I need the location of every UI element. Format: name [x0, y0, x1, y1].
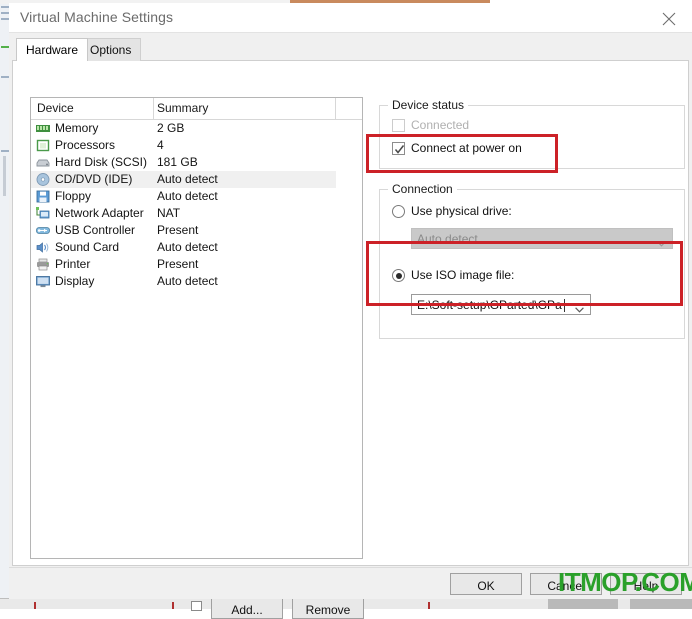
tab-hardware[interactable]: Hardware	[16, 38, 89, 61]
add-button[interactable]: Add...	[211, 597, 283, 619]
tab-strip: Hardware Options	[12, 38, 689, 61]
table-row[interactable]: CD/DVD (IDE) Auto detect	[31, 171, 336, 188]
chevron-down-icon	[575, 302, 584, 313]
physical-drive-value: Auto detect	[417, 232, 478, 246]
device-summary: Present	[157, 257, 199, 271]
dialog-body: Hardware Options Device Summary Memory 2…	[9, 32, 692, 619]
device-name: Processors	[55, 138, 116, 152]
device-name: Sound Card	[55, 240, 120, 254]
ok-button[interactable]: OK	[450, 573, 522, 595]
help-button[interactable]: Help	[610, 573, 682, 595]
cd-dvd-icon	[36, 173, 50, 186]
virtual-machine-settings-dialog: Virtual Machine Settings Hardware Option…	[9, 3, 692, 619]
device-name: CD/DVD (IDE)	[55, 172, 133, 186]
table-row[interactable]: USB Controller Present	[31, 222, 336, 239]
memory-icon	[36, 122, 50, 135]
device-name: Printer	[55, 257, 91, 271]
device-list[interactable]: Device Summary Memory 2 GB Processors 4 …	[30, 97, 363, 559]
printer-icon	[36, 258, 50, 271]
tab-options-label: Options	[90, 43, 132, 57]
device-name: Floppy	[55, 189, 92, 203]
usb-controller-icon	[36, 224, 50, 237]
column-header-device[interactable]: Device	[37, 101, 74, 115]
window-title: Virtual Machine Settings	[20, 9, 174, 25]
table-row[interactable]: Network Adapter NAT	[31, 205, 336, 222]
table-row[interactable]: Memory 2 GB	[31, 120, 336, 137]
device-summary: Present	[157, 223, 199, 237]
table-row[interactable]: Sound Card Auto detect	[31, 239, 336, 256]
sound-card-icon	[36, 241, 50, 254]
physical-drive-select[interactable]: Auto detect	[411, 228, 673, 249]
floppy-icon	[36, 190, 50, 203]
device-summary: 181 GB	[157, 155, 198, 169]
device-summary: Auto detect	[157, 274, 218, 288]
title-bar: Virtual Machine Settings	[9, 3, 692, 32]
connected-checkbox[interactable]	[392, 119, 405, 132]
device-summary: Auto detect	[157, 189, 218, 203]
display-icon	[36, 275, 50, 288]
remove-button-label: Remove	[305, 603, 351, 617]
device-summary: 2 GB	[157, 121, 185, 135]
connect-at-power-on-checkbox[interactable]	[392, 142, 405, 155]
column-header-summary[interactable]: Summary	[157, 101, 208, 115]
tab-hardware-label: Hardware	[26, 43, 79, 57]
table-row[interactable]: Printer Present	[31, 256, 336, 273]
processor-icon	[36, 139, 50, 152]
cancel-button[interactable]: Cancel	[530, 573, 602, 595]
connected-label: Connected	[411, 118, 470, 132]
device-summary: 4	[157, 138, 164, 152]
device-status-group: Device status Connected Connect at power…	[379, 98, 685, 169]
table-row[interactable]: Processors 4	[31, 137, 336, 154]
hardware-tab-page: Device Summary Memory 2 GB Processors 4 …	[12, 61, 689, 619]
iso-path-value: E:\Soft-setup\GParted\GParted\g	[417, 298, 562, 312]
device-list-header: Device Summary	[31, 98, 362, 120]
table-row[interactable]: Display Auto detect	[31, 273, 336, 290]
help-button-label: Help	[633, 579, 659, 593]
device-summary: Auto detect	[157, 240, 218, 254]
add-button-label: Add...	[231, 603, 263, 617]
device-name: USB Controller	[55, 223, 136, 237]
network-adapter-icon	[36, 207, 50, 220]
table-row[interactable]: Hard Disk (SCSI) 181 GB	[31, 154, 336, 171]
ok-button-label: OK	[477, 579, 495, 593]
device-status-group-title: Device status	[388, 98, 469, 112]
cd-dvd-settings-panel: Device status Connected Connect at power…	[379, 97, 685, 377]
dialog-footer: OK Cancel Help	[9, 567, 692, 599]
device-summary: NAT	[157, 206, 181, 220]
use-physical-drive-radio[interactable]	[392, 205, 405, 218]
device-name: Memory	[55, 121, 99, 135]
device-name: Network Adapter	[55, 206, 144, 220]
use-iso-image-radio[interactable]	[392, 269, 405, 282]
hard-disk-icon	[36, 156, 50, 169]
chevron-down-icon	[657, 236, 666, 247]
connection-group: Connection Use physical drive: Auto dete…	[379, 182, 685, 339]
tab-options[interactable]: Options	[80, 38, 142, 61]
close-icon[interactable]	[646, 3, 692, 32]
text-cursor	[564, 299, 565, 312]
iso-path-combobox[interactable]: E:\Soft-setup\GParted\GParted\g	[411, 294, 591, 315]
table-row[interactable]: Floppy Auto detect	[31, 188, 336, 205]
remove-button[interactable]: Remove	[292, 597, 364, 619]
cancel-button-label: Cancel	[547, 579, 585, 593]
connection-group-title: Connection	[388, 182, 457, 196]
device-name: Hard Disk (SCSI)	[55, 155, 148, 169]
device-name: Display	[55, 274, 95, 288]
device-summary: Auto detect	[157, 172, 218, 186]
use-iso-image-label: Use ISO image file:	[411, 268, 515, 282]
use-physical-drive-label: Use physical drive:	[411, 204, 512, 218]
connect-at-power-on-label: Connect at power on	[411, 141, 522, 155]
